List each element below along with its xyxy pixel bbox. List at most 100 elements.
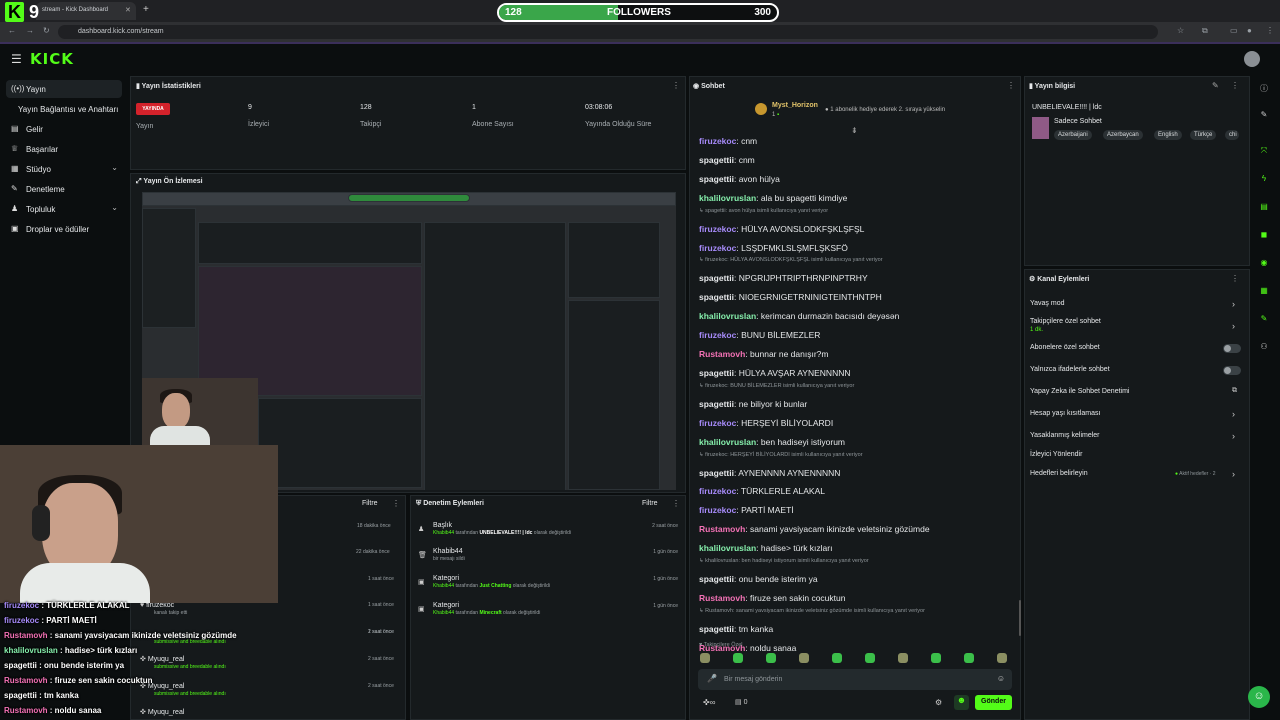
chat-username[interactable]: firuzekoc (699, 486, 736, 496)
chevron-right-icon[interactable]: › (1232, 321, 1235, 331)
chat-username[interactable]: khalilovruslan (699, 437, 756, 447)
option-subs-only[interactable]: Abonelere özel sohbet (1030, 344, 1100, 351)
chat-message[interactable]: Rustamovh: sanami yavsiyacam ikinizde ve… (699, 524, 930, 534)
option-raid[interactable]: İzleyici Yönlendir (1030, 451, 1082, 458)
people-icon[interactable]: ⚇ (1257, 342, 1271, 356)
option-goals[interactable]: Hedefleri belirleyin (1030, 470, 1088, 477)
microphone-icon[interactable]: 🎤 (707, 674, 717, 683)
browser-tab[interactable]: stream - Kick Dashboard (36, 2, 136, 20)
chevron-right-icon[interactable]: › (1232, 409, 1235, 419)
option-banned-words[interactable]: Yasaklanmış kelimeler (1030, 432, 1100, 439)
more-options-icon[interactable]: ⋮ (1007, 81, 1015, 90)
chat-message[interactable]: spagettii: NIOEGRNIGETRNINIGTEINTHNTPH (699, 292, 882, 302)
emote-icon[interactable] (799, 653, 809, 663)
chat-message[interactable]: firuzekoc: HERŞEYİ BİLİYOLARDI (699, 418, 833, 428)
chat-message[interactable]: spagettii: onu bende isterim ya (699, 574, 818, 584)
chat-message[interactable]: khalilovruslan: kerimcan durmazin bacısı… (699, 311, 899, 321)
chat-username[interactable]: spagettii (699, 292, 734, 302)
sidebar-item-denetleme[interactable]: ✎ Denetleme (6, 180, 122, 198)
category-name[interactable]: Sadece Sohbet (1054, 118, 1102, 125)
layout-icon[interactable]: ▦ (1257, 286, 1271, 300)
sidebar-item-gelir[interactable]: ▤ Gelir (6, 120, 122, 138)
chart-icon[interactable]: ⤧ (1257, 146, 1271, 160)
back-icon[interactable]: ← (8, 26, 16, 35)
sidebar-item-droplar[interactable]: ▣ Droplar ve ödüller (6, 220, 122, 238)
external-link-icon[interactable]: ⧉ (1232, 387, 1237, 395)
kick-logo[interactable]: KICK (30, 50, 74, 68)
chat-username[interactable]: spagettii (699, 174, 734, 184)
chat-message[interactable]: spagettii: cnm (699, 155, 755, 165)
sidebar-item-stream-key[interactable]: Yayın Bağlantısı ve Anahtarı (6, 100, 122, 118)
chat-username[interactable]: Rustamovh (699, 349, 745, 359)
pinned-user-name[interactable]: Myst_Horizon (772, 102, 818, 109)
document-icon[interactable]: ▤ (1257, 202, 1271, 216)
chat-username[interactable]: firuzekoc (699, 330, 736, 340)
info-icon[interactable]: ⓘ (1257, 83, 1271, 97)
emote-icon[interactable] (931, 653, 941, 663)
edit-icon[interactable]: ✎ (1212, 81, 1219, 90)
emote-icon[interactable] (997, 653, 1007, 663)
new-tab-icon[interactable]: + (143, 4, 149, 15)
cast-icon[interactable]: ▭ (1230, 26, 1238, 35)
chat-message[interactable]: khalilovruslan: ben hadiseyi istiyorum (699, 437, 845, 447)
chat-message[interactable]: spagettii: avon hülya (699, 174, 780, 184)
chat-message[interactable]: firuzekoc: LSŞDFMKLSLŞMFLŞKSFÖ (699, 243, 848, 253)
option-slow-mode[interactable]: Yavaş mod (1030, 300, 1065, 307)
option-ai-moderation[interactable]: Yapay Zeka ile Sohbet Denetimi (1030, 388, 1129, 395)
chat-message[interactable]: spagettii: NPGRIJPHTRIPTHRNPINPTRHY (699, 273, 868, 283)
pencil-icon[interactable]: ✎ (1257, 110, 1271, 124)
chat-message[interactable]: Rustamovh: firuze sen sakin cocuktun (699, 593, 845, 603)
chat-message[interactable]: spagettii: tm kanka (699, 624, 773, 634)
chat-username[interactable]: spagettii (699, 574, 734, 584)
emote-icon[interactable] (898, 653, 908, 663)
url-field[interactable]: dashboard.kick.com/stream (58, 25, 1158, 39)
tag-chip[interactable]: Türkçe (1190, 130, 1217, 140)
tag-chip[interactable]: English (1154, 130, 1182, 140)
emote-only-toggle[interactable] (1223, 366, 1241, 375)
chat-message[interactable]: spagettii: ne biliyor ki bunlar (699, 399, 807, 409)
chat-username[interactable]: khalilovruslan (699, 193, 756, 203)
help-chat-icon[interactable]: ☺ (1248, 686, 1270, 708)
chat-username[interactable]: Rustamovh (699, 524, 745, 534)
emote-icon[interactable] (865, 653, 875, 663)
emote-icon[interactable] (832, 653, 842, 663)
user-avatar[interactable] (1244, 51, 1260, 67)
chevron-right-icon[interactable]: › (1232, 299, 1235, 309)
profile-icon[interactable]: ● (1247, 26, 1252, 35)
chat-username[interactable]: spagettii (699, 273, 734, 283)
bookmark-star-icon[interactable]: ☆ (1177, 26, 1184, 35)
more-options-icon[interactable]: ⋮ (672, 81, 680, 90)
more-options-icon[interactable]: ⋮ (392, 499, 400, 508)
chat-message[interactable]: spagettii: HÜLYA AVŞAR AYNENNNNN (699, 368, 850, 378)
chat-message[interactable]: firuzekoc: HÜLYA AVONSLODKFŞKLŞFŞL (699, 224, 864, 234)
sidebar-item-studyo[interactable]: ▦ Stüdyo ⌄ (6, 160, 122, 178)
chat-username[interactable]: Rustamovh (699, 593, 745, 603)
extensions-icon[interactable]: ⧉ (1202, 26, 1208, 36)
chevron-right-icon[interactable]: › (1232, 469, 1235, 479)
emote-icon[interactable] (766, 653, 776, 663)
chat-message[interactable]: firuzekoc: cnm (699, 136, 757, 146)
scroll-down-icon[interactable]: ⇟ (851, 126, 858, 135)
chat-username[interactable]: spagettii (699, 399, 734, 409)
moderation-filter-button[interactable]: Filtre (642, 500, 658, 507)
lightning-icon[interactable]: ϟ (1257, 174, 1271, 188)
tag-chip[interactable]: Azerbaycan (1103, 130, 1143, 140)
chat-username[interactable]: firuzekoc (699, 224, 736, 234)
chat-message[interactable]: khalilovruslan: hadise> türk kızları (699, 543, 832, 553)
chat-message[interactable]: spagettii: AYNENNNN AYNENNNNN (699, 468, 840, 478)
emoji-icon[interactable]: ☺ (997, 674, 1005, 683)
hamburger-menu-icon[interactable]: ☰ (11, 52, 22, 66)
emote-icon[interactable] (700, 653, 710, 663)
chevron-right-icon[interactable]: › (1232, 431, 1235, 441)
reload-icon[interactable]: ↻ (43, 26, 50, 35)
sidebar-item-yayin[interactable]: ((•)) Yayın (6, 80, 122, 98)
infinity-icon[interactable]: ✜∞ (703, 698, 715, 707)
option-followers-only[interactable]: Takipçilere özel sohbet (1030, 318, 1101, 325)
chat-input[interactable]: 🎤 Bir mesaj gönderin ☺ (698, 669, 1012, 690)
option-account-age[interactable]: Hesap yaşı kısıtlaması (1030, 410, 1100, 417)
chat-message[interactable]: khalilovruslan: ala bu spagetti kimdiye (699, 193, 847, 203)
chat-message[interactable]: firuzekoc: BUNU BİLEMEZLER (699, 330, 820, 340)
more-options-icon[interactable]: ⋮ (672, 499, 680, 508)
chat-scrollbar[interactable] (1019, 600, 1021, 636)
activity-filter-button[interactable]: Filtre (362, 500, 378, 507)
